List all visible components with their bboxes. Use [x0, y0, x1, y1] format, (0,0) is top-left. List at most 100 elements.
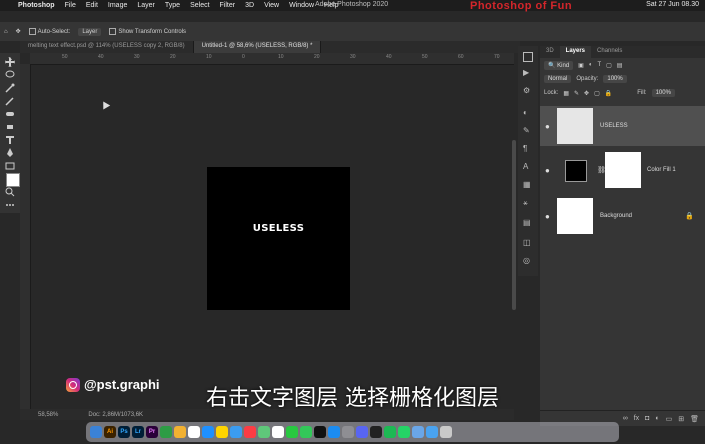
- premiere-icon[interactable]: Pr: [146, 426, 158, 438]
- filter-smart-icon[interactable]: ▤: [617, 62, 623, 69]
- folder-icon[interactable]: [426, 426, 438, 438]
- pen-tool-icon[interactable]: [2, 147, 18, 159]
- menu-image[interactable]: Image: [108, 2, 127, 9]
- filter-kind-dropdown[interactable]: 🔍 Kind: [544, 60, 574, 70]
- magic-wand-icon[interactable]: [2, 82, 18, 94]
- menu-type[interactable]: Type: [165, 2, 180, 9]
- more-tools-icon[interactable]: [2, 199, 18, 211]
- safari-icon[interactable]: [202, 426, 214, 438]
- notes-icon[interactable]: [216, 426, 228, 438]
- adjustments-icon[interactable]: ◐: [523, 108, 533, 118]
- tab-untitled-1[interactable]: Untitled-1 @ 58,6% (USELESS, RGB/8) *: [193, 41, 322, 53]
- tab-3d[interactable]: 3D: [540, 46, 560, 58]
- paragraph-icon[interactable]: ¶: [523, 144, 533, 154]
- app-menu[interactable]: Photoshop: [18, 2, 55, 9]
- filter-pixel-icon[interactable]: ▣: [578, 62, 584, 69]
- layer-style-icon[interactable]: fx: [634, 415, 639, 422]
- lock-brush-icon[interactable]: ✎: [574, 90, 579, 97]
- filter-shape-icon[interactable]: ▢: [606, 62, 612, 69]
- move-tool-icon[interactable]: ✥: [16, 28, 21, 35]
- link-layers-icon[interactable]: ∞: [623, 415, 628, 422]
- menu-select[interactable]: Select: [190, 2, 209, 9]
- system-preferences-icon[interactable]: [342, 426, 354, 438]
- filter-adjustment-icon[interactable]: ◐: [589, 62, 593, 68]
- lock-artboard-icon[interactable]: ▢: [594, 90, 600, 97]
- layer-color-fill-1[interactable]: ● ⛓ Color Fill 1: [540, 150, 705, 190]
- visibility-eye-icon[interactable]: ●: [545, 122, 550, 131]
- preview-icon[interactable]: [412, 426, 424, 438]
- foreground-color[interactable]: [6, 173, 20, 187]
- character-icon[interactable]: A: [523, 162, 533, 172]
- opacity-input[interactable]: 100%: [603, 75, 627, 83]
- terminal-icon[interactable]: [370, 426, 382, 438]
- document-canvas[interactable]: USELESS: [207, 167, 350, 310]
- chrome-icon[interactable]: [160, 426, 172, 438]
- visibility-eye-icon[interactable]: ●: [545, 166, 550, 175]
- transform-controls-checkbox[interactable]: Show Transform Controls: [109, 27, 186, 35]
- libraries-icon[interactable]: ◫: [523, 238, 533, 248]
- auto-select-dropdown[interactable]: Layer: [78, 27, 102, 36]
- eyedropper-icon[interactable]: [2, 95, 18, 107]
- canvas-text-layer[interactable]: USELESS: [207, 223, 350, 234]
- layer-mask-thumbnail[interactable]: [605, 152, 641, 188]
- lock-icon[interactable]: 🔒: [685, 212, 694, 220]
- menu-filter[interactable]: Filter: [220, 2, 236, 9]
- layer-useless[interactable]: ● USELESS: [540, 106, 705, 146]
- lock-all-icon[interactable]: 🔒: [605, 90, 612, 97]
- facetime-icon[interactable]: [286, 426, 298, 438]
- new-group-icon[interactable]: ▭: [666, 415, 673, 423]
- tab-channels[interactable]: Channels: [591, 46, 628, 58]
- tab-layers[interactable]: Layers: [559, 46, 592, 58]
- zoom-level[interactable]: 58,58%: [38, 412, 58, 418]
- healing-brush-icon[interactable]: [2, 108, 18, 120]
- discord-icon[interactable]: [356, 426, 368, 438]
- lock-move-icon[interactable]: ✥: [584, 90, 589, 97]
- color-fill-thumbnail[interactable]: [565, 160, 587, 182]
- menu-layer[interactable]: Layer: [137, 2, 155, 9]
- eraser-icon[interactable]: [2, 121, 18, 133]
- brushes-icon[interactable]: ✎: [523, 126, 533, 136]
- adjustment-layer-icon[interactable]: ◐: [655, 415, 659, 422]
- add-mask-icon[interactable]: ◘: [645, 415, 649, 422]
- lock-pixels-icon[interactable]: ▦: [563, 90, 569, 97]
- tab-melting-text[interactable]: melting text effect.psd @ 114% (USELESS …: [20, 41, 194, 53]
- shape-tool-icon[interactable]: [2, 160, 18, 172]
- maps-icon[interactable]: [258, 426, 270, 438]
- auto-select-checkbox[interactable]: Auto-Select:: [28, 27, 70, 35]
- finder-icon[interactable]: [90, 426, 102, 438]
- type-tool-icon[interactable]: [2, 134, 18, 146]
- messages-icon[interactable]: [300, 426, 312, 438]
- navigator-icon[interactable]: ◎: [523, 256, 533, 266]
- photos-icon[interactable]: [174, 426, 186, 438]
- delete-layer-icon[interactable]: 🗑: [690, 415, 699, 423]
- actions-icon[interactable]: ▶: [523, 68, 533, 78]
- swatches-icon[interactable]: ▤: [523, 218, 533, 228]
- visibility-eye-icon[interactable]: ●: [545, 212, 550, 221]
- calendar-icon[interactable]: [188, 426, 200, 438]
- filter-type-icon[interactable]: T: [597, 62, 601, 68]
- trash-icon[interactable]: [440, 426, 452, 438]
- clone-source-icon[interactable]: ⚹: [523, 198, 533, 208]
- vertical-scrollbar[interactable]: [512, 140, 516, 310]
- menu-window[interactable]: Window: [289, 2, 314, 9]
- spotify-icon[interactable]: [384, 426, 396, 438]
- music-icon[interactable]: [244, 426, 256, 438]
- menu-view[interactable]: View: [264, 2, 279, 9]
- clock[interactable]: Sat 27 Jun 08.30: [646, 1, 699, 8]
- menu-edit[interactable]: Edit: [86, 2, 98, 9]
- lightroom-icon[interactable]: Lr: [132, 426, 144, 438]
- mail-icon[interactable]: [230, 426, 242, 438]
- history-icon[interactable]: [523, 52, 533, 62]
- menu-file[interactable]: File: [65, 2, 76, 9]
- tv-icon[interactable]: [314, 426, 326, 438]
- whatsapp-icon[interactable]: [398, 426, 410, 438]
- home-icon[interactable]: ⌂: [4, 29, 8, 35]
- new-layer-icon[interactable]: ⊞: [678, 415, 684, 423]
- properties-icon[interactable]: ⚙: [523, 86, 533, 96]
- app-store-icon[interactable]: [328, 426, 340, 438]
- illustrator-icon[interactable]: Ai: [104, 426, 116, 438]
- fill-input[interactable]: 100%: [651, 89, 675, 97]
- photoshop-icon[interactable]: Ps: [118, 426, 130, 438]
- doc-size[interactable]: Doc: 2,86M/1073,6K: [88, 412, 143, 418]
- styles-icon[interactable]: ▦: [523, 180, 533, 190]
